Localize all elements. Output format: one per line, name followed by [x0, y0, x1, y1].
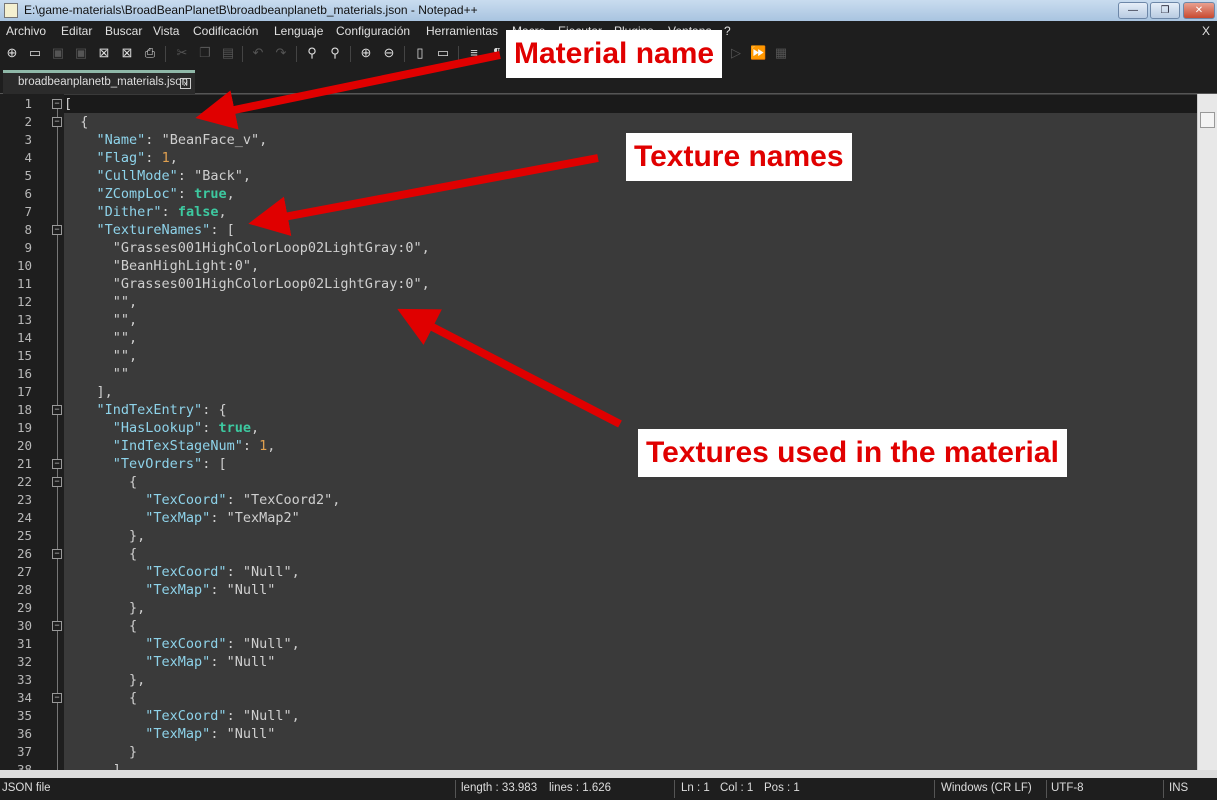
annotation-arrows [195, 51, 622, 428]
arrow-material-name [195, 51, 501, 130]
callout-texture-names: Texture names [626, 133, 852, 181]
callout-material-name: Material name [506, 30, 723, 78]
arrow-texture-names [248, 154, 599, 236]
callout-textures-used: Textures used in the material [638, 429, 1067, 477]
arrow-textures-used [397, 308, 622, 428]
